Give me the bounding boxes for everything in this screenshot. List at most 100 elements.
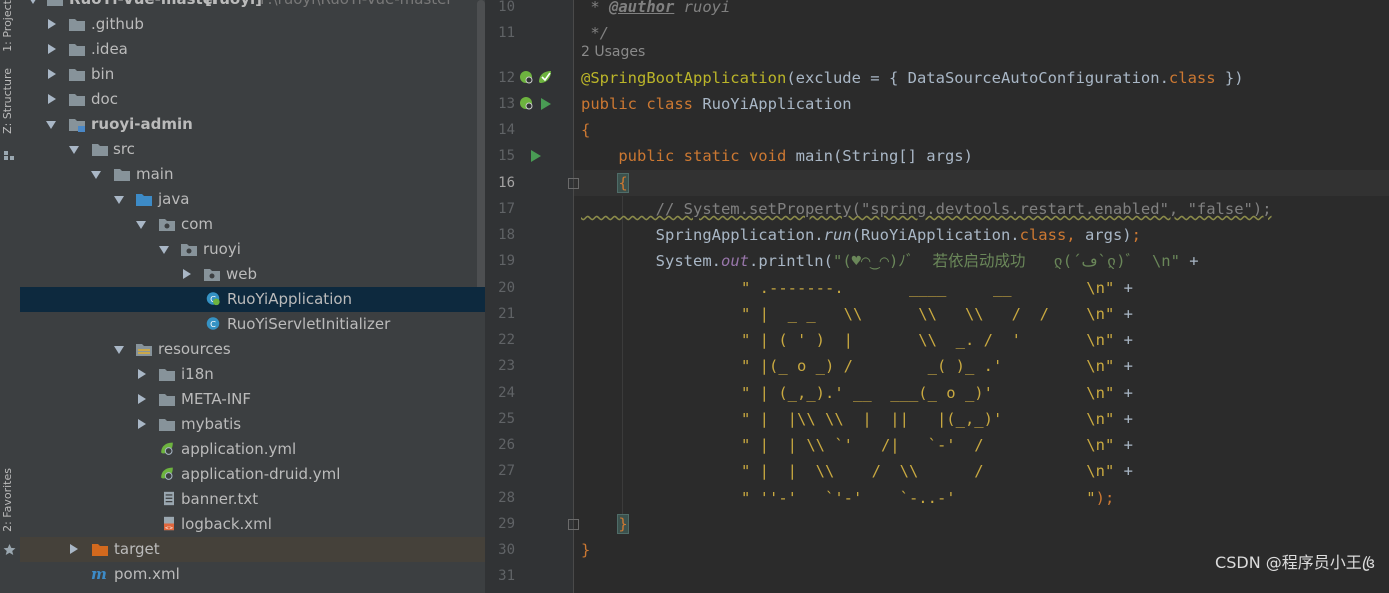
- svg-text:C: C: [210, 319, 216, 329]
- favorites-tool-tab[interactable]: 2: Favorites: [1, 468, 14, 532]
- tree-item-label: .idea: [91, 40, 128, 58]
- tree-item-label: resources: [158, 340, 231, 358]
- tree-item-web[interactable]: web: [20, 262, 485, 287]
- code-line-22: " | ( ' ) | \\ _. / ' \n" +: [741, 327, 1133, 353]
- code-line-14: {: [581, 117, 590, 143]
- caret-line-highlight: [574, 170, 1389, 196]
- tree-item-bin[interactable]: bin: [20, 62, 485, 87]
- usages-hint[interactable]: 2 Usages: [581, 44, 645, 60]
- tree-item-idea[interactable]: .idea: [20, 37, 485, 62]
- project-tree: RuoYi-Vue-master [ruoyi] F:\ruoyi\RuoYi-…: [20, 0, 485, 593]
- expand-arrow-icon[interactable]: [138, 419, 146, 429]
- tree-item-ruoyi[interactable]: ruoyi: [20, 237, 485, 262]
- tree-item-label: RuoYiServletInitializer: [227, 315, 391, 333]
- line-number: 14: [498, 122, 515, 138]
- tree-item-label: doc: [91, 90, 118, 108]
- spring-yaml-icon: [161, 467, 173, 480]
- collapse-arrow-icon[interactable]: [28, 0, 38, 4]
- code-line-10: * @author ruoyi: [581, 0, 730, 20]
- maven-icon: m: [91, 565, 107, 583]
- line-number: 20: [498, 280, 515, 296]
- tree-item-doc[interactable]: doc: [20, 87, 485, 112]
- tree-root[interactable]: RuoYi-Vue-master [ruoyi] F:\ruoyi\RuoYi-…: [20, 0, 485, 12]
- root-name: RuoYi-Vue-master: [69, 0, 220, 12]
- expand-arrow-icon[interactable]: [48, 19, 56, 29]
- spring-bean-icon[interactable]: [519, 96, 535, 112]
- tree-item-com[interactable]: com: [20, 212, 485, 237]
- module-folder-icon: [69, 119, 85, 132]
- doc-comment: ruoyi: [674, 0, 731, 16]
- tree-item-pom-xml[interactable]: m pom.xml: [20, 562, 485, 587]
- editor-gutter: 10 11 12 13 14 15 16 17 18 19 20 21 22 2…: [485, 0, 574, 593]
- text-file-icon: [164, 491, 174, 506]
- expand-arrow-icon[interactable]: [48, 44, 56, 54]
- code-text: }): [1215, 69, 1244, 87]
- fold-marker-icon[interactable]: [568, 178, 579, 189]
- package-icon: [204, 269, 220, 281]
- class-name: RuoYiApplication: [692, 95, 852, 113]
- operator: +: [1114, 357, 1133, 375]
- line-number: 17: [498, 201, 515, 217]
- tree-item-label: application.yml: [181, 440, 297, 458]
- tree-item-i18n[interactable]: i18n: [20, 362, 485, 387]
- keyword: class,: [1019, 226, 1076, 244]
- tree-item-logback-xml[interactable]: <> logback.xml: [20, 512, 485, 537]
- tree-item-label: src: [113, 140, 135, 158]
- semicolon: ;: [1131, 226, 1141, 244]
- tree-item-target[interactable]: target: [20, 537, 485, 562]
- structure-tool-tab[interactable]: Z: Structure: [1, 68, 14, 134]
- run-icon[interactable]: [540, 97, 552, 111]
- doc-comment: *: [581, 0, 609, 16]
- collapse-arrow-icon[interactable]: [46, 121, 56, 129]
- code-line-23: " |(_ o _) / _( )_ .' \n" +: [741, 353, 1133, 379]
- tree-item-ruoyi-admin[interactable]: ruoyi-admin: [20, 112, 485, 137]
- expand-arrow-icon[interactable]: [48, 69, 56, 79]
- tree-item-application-druid-yml[interactable]: application-druid.yml: [20, 462, 485, 487]
- tree-item-label: META-INF: [181, 390, 252, 408]
- tree-item-main[interactable]: main: [20, 162, 485, 187]
- tree-item-ruoyiapplication[interactable]: C RuoYiApplication: [20, 287, 485, 312]
- code-line-20: " .-------. ____ __ \n" +: [741, 275, 1133, 301]
- banner-string: " | (_,_).' __ ___(_ o _)' \n": [741, 384, 1115, 402]
- project-tool-tab[interactable]: 1: Project: [1, 0, 14, 52]
- fold-marker-icon[interactable]: [568, 519, 579, 530]
- collapse-arrow-icon[interactable]: [91, 171, 101, 179]
- tree-item-meta-inf[interactable]: META-INF: [20, 387, 485, 412]
- line-number: 16: [498, 175, 515, 191]
- tree-item-label: com: [181, 215, 214, 233]
- tree-item-application-yml[interactable]: application.yml: [20, 437, 485, 462]
- tree-item-label: ruoyi-admin: [91, 115, 193, 133]
- excluded-folder-icon: [92, 544, 108, 556]
- expand-arrow-icon[interactable]: [138, 394, 146, 404]
- code-editor[interactable]: * @author ruoyi */ 2 Usages @SpringBootA…: [568, 0, 1389, 593]
- expand-arrow-icon[interactable]: [183, 269, 191, 279]
- spring-bean-icon[interactable]: [519, 70, 535, 86]
- line-number: 15: [498, 148, 515, 164]
- code-line-19: System.out.println("(♥◠‿◠)ﾉﾞ 若依启动成功 ლ(´ڡ…: [581, 248, 1199, 274]
- xml-file-icon: <>: [164, 516, 174, 531]
- tree-item-src[interactable]: src: [20, 137, 485, 162]
- banner-string: " | _ _ \\ \\ \\ / / \n": [741, 305, 1115, 323]
- expand-arrow-icon[interactable]: [70, 544, 78, 554]
- line-number: 24: [498, 385, 515, 401]
- tree-item-java[interactable]: java: [20, 187, 485, 212]
- collapse-arrow-icon[interactable]: [136, 221, 146, 229]
- code-text: .println(: [748, 252, 833, 270]
- tree-item-github[interactable]: .github: [20, 12, 485, 37]
- line-number: 19: [498, 253, 515, 269]
- spring-config-icon[interactable]: [537, 69, 553, 85]
- tree-item-resources[interactable]: resources: [20, 337, 485, 362]
- tree-item-label: web: [226, 265, 258, 283]
- collapse-arrow-icon[interactable]: [114, 196, 124, 204]
- expand-arrow-icon[interactable]: [48, 94, 56, 104]
- collapse-arrow-icon[interactable]: [159, 246, 169, 254]
- class-icon: C: [206, 317, 220, 330]
- tree-item-ruoyiservletinitializer[interactable]: C RuoYiServletInitializer: [20, 312, 485, 337]
- tree-item-banner-txt[interactable]: banner.txt: [20, 487, 485, 512]
- collapse-arrow-icon[interactable]: [69, 146, 79, 154]
- tree-item-mybatis[interactable]: mybatis: [20, 412, 485, 437]
- run-icon[interactable]: [530, 149, 542, 163]
- collapse-arrow-icon[interactable]: [114, 346, 124, 354]
- line-number: 30: [498, 542, 515, 558]
- expand-arrow-icon[interactable]: [138, 369, 146, 379]
